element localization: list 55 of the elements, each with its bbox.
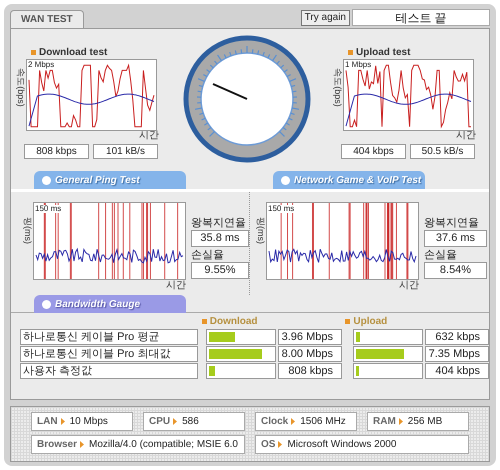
speed-value: 7.35 Mbps	[425, 346, 489, 362]
wan-test-tab[interactable]: WAN TEST	[10, 10, 84, 28]
section-title: General Ping Test	[55, 174, 140, 188]
info-label: OS	[261, 438, 276, 452]
scale-label: 150 ms	[35, 205, 62, 213]
chart-title: Upload test	[356, 46, 410, 60]
info-label: LAN	[37, 415, 58, 429]
latency-field: 35.8 ms	[191, 230, 249, 247]
row-label: 하나로통신 케이블 Pro 최대값	[20, 346, 198, 362]
axis-label: 핑(ms)	[22, 217, 32, 244]
axis-label: 시간	[399, 280, 419, 292]
info-value: 256 MB	[406, 415, 442, 429]
row-label: 사용자 측정값	[20, 363, 198, 379]
info-label: Browser	[37, 438, 78, 452]
info-label: Clock	[261, 415, 288, 429]
column-header: Upload	[353, 315, 388, 329]
speed-value: 404 kbps	[425, 363, 489, 379]
speed-value: 808 kbps	[278, 363, 342, 379]
metric-label: 왕복지연율	[424, 216, 480, 230]
try-again-button[interactable]: Try again	[300, 10, 350, 26]
speed-value: 632 kbps	[425, 329, 489, 345]
info-value: 10 Mbps	[68, 415, 108, 429]
info-label: RAM	[373, 415, 396, 429]
reading-field: 404 kbps	[341, 144, 406, 159]
row-label: 하나로통신 케이블 Pro 평균	[20, 329, 198, 345]
info-value: Microsoft Windows 2000	[286, 438, 396, 452]
axis-label: 시간	[139, 131, 159, 143]
metric-label: 왕복지연율	[191, 216, 247, 230]
info-value: Mozilla/4.0 (compatible; MSIE 6.0	[88, 438, 238, 452]
axis-label: 시간	[166, 280, 186, 292]
metric-label: 손실율	[191, 248, 225, 262]
latency-field: 37.6 ms	[424, 230, 487, 247]
reading-field: 101 kB/s	[93, 144, 158, 159]
axis-label: 핑(ms)	[256, 217, 264, 244]
loss-field: 8.54%	[424, 262, 487, 279]
scale-label: 150 ms	[268, 205, 296, 213]
speed-value: 3.96 Mbps	[278, 329, 342, 345]
scale-label: 2 Mbps	[28, 61, 54, 69]
reading-field: 50.5 kB/s	[410, 144, 475, 159]
section-title: Bandwidth Gauge	[55, 298, 140, 312]
info-value: 1506 MHz	[299, 415, 346, 429]
info-label: CPU	[149, 415, 170, 429]
reading-field: 808 kbps	[24, 144, 89, 159]
status-field: 테스트 끝	[352, 9, 490, 26]
speed-value: 8.00 Mbps	[278, 346, 342, 362]
column-header: Download	[210, 315, 258, 329]
axis-label: 속도(bps)	[16, 68, 24, 107]
scale-label: 1 Mbps	[345, 61, 372, 69]
chart-title: Download test	[39, 46, 108, 60]
metric-label: 손실율	[424, 248, 458, 262]
axis-label: 속도(bps)	[332, 68, 342, 107]
axis-label: 시간	[456, 131, 476, 143]
loss-field: 9.55%	[191, 262, 249, 279]
info-value: 586	[181, 415, 199, 429]
section-title: Network Game & VoIP Test	[294, 174, 422, 188]
